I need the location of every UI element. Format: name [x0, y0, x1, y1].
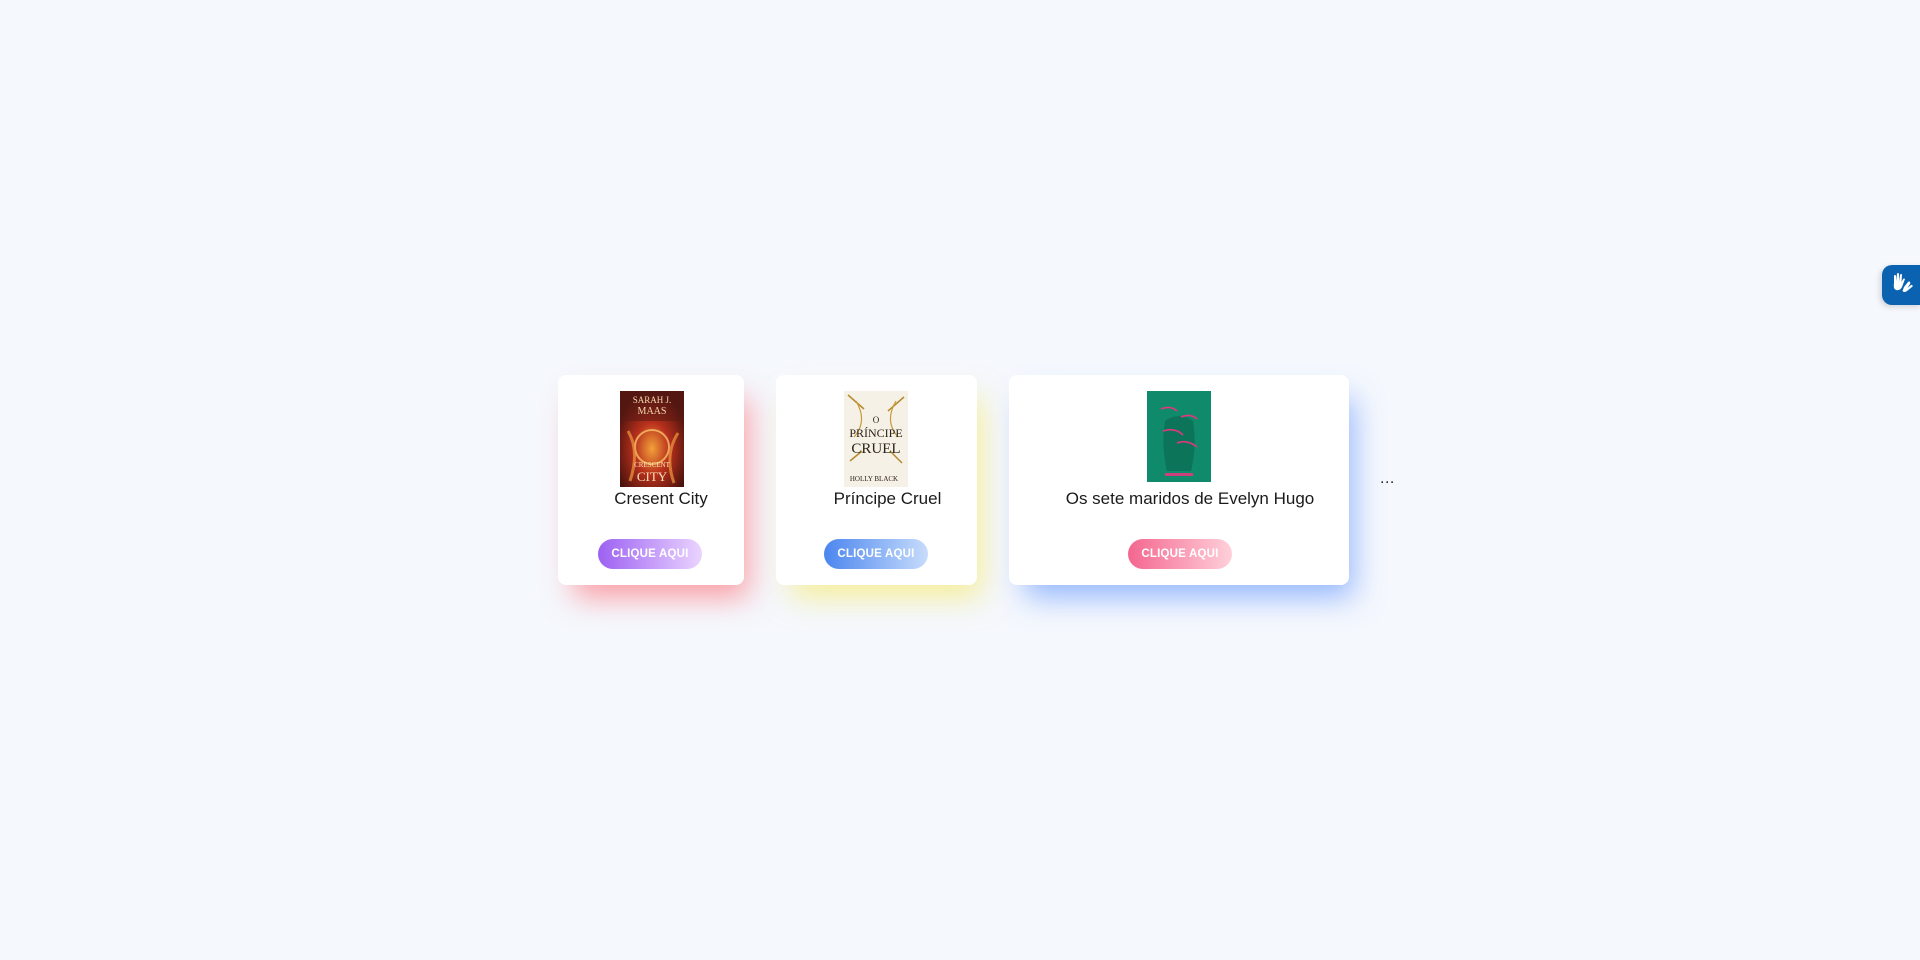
- svg-text:CRESCENT: CRESCENT: [634, 461, 671, 469]
- book-card-crescent-city: SARAH J. MAAS CRESCENT CITY Cresent City…: [558, 375, 744, 585]
- clique-aqui-button[interactable]: CLIQUE AQUI: [598, 539, 702, 569]
- svg-text:HOLLY BLACK: HOLLY BLACK: [850, 475, 898, 483]
- book-title: Os sete maridos de Evelyn Hugo: [1065, 489, 1315, 508]
- book-card-evelyn-hugo: Os sete maridos de Evelyn Hugo CLIQUE AQ…: [1009, 375, 1349, 585]
- book-cover-image: SARAH J. MAAS CRESCENT CITY: [620, 391, 684, 487]
- accessibility-widget-button[interactable]: [1882, 265, 1920, 305]
- book-title: Príncipe Cruel: [833, 489, 942, 508]
- book-cover-image: [1147, 391, 1211, 482]
- svg-text:CRUEL: CRUEL: [851, 441, 900, 457]
- svg-text:CITY: CITY: [637, 469, 668, 484]
- sign-language-hands-icon: [1889, 270, 1915, 301]
- book-cover-image: O PRÍNCIPE CRUEL HOLLY BLACK: [844, 391, 908, 487]
- svg-text:PRÍNCIPE: PRÍNCIPE: [849, 426, 902, 440]
- svg-text:SARAH J.: SARAH J.: [633, 395, 672, 405]
- book-title: Cresent City: [614, 489, 708, 508]
- svg-text:O: O: [873, 415, 880, 425]
- clique-aqui-button[interactable]: CLIQUE AQUI: [1128, 539, 1232, 569]
- book-card-principe-cruel: O PRÍNCIPE CRUEL HOLLY BLACK Príncipe Cr…: [776, 375, 977, 585]
- svg-text:MAAS: MAAS: [638, 406, 667, 417]
- page: SARAH J. MAAS CRESCENT CITY Cresent City…: [0, 0, 1920, 960]
- clique-aqui-button[interactable]: CLIQUE AQUI: [824, 539, 928, 569]
- more-indicator: ...: [1380, 470, 1395, 487]
